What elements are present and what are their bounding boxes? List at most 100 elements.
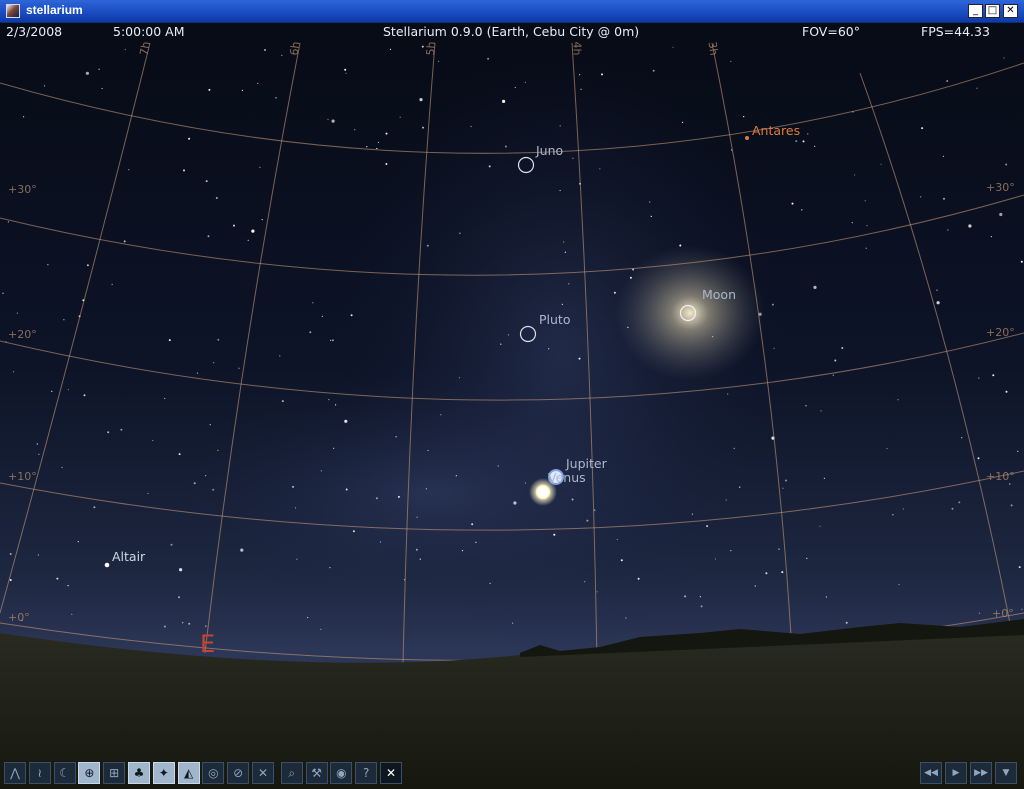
cardinal-points-icon[interactable]: ✦	[152, 762, 175, 784]
grid-label-dec-20-left: +20°	[8, 328, 37, 341]
star	[128, 169, 130, 171]
search-icon[interactable]: ⌕	[280, 762, 303, 784]
star	[487, 57, 490, 60]
star	[841, 347, 844, 349]
play-icon[interactable]: ▶	[945, 762, 967, 784]
star	[345, 488, 348, 491]
center-object-icon[interactable]: ✕	[252, 762, 274, 784]
star	[196, 372, 199, 374]
venus-label[interactable]: Venus	[548, 470, 586, 485]
bottom-toolbar: ⋀ ≀ ☾ ⊕ ⊞ ♣ ✦ ◭ ◎ ⊘ ✕ ⌕ ⚒ ◉? ✕ ◀◀ ▶ ▶▶ ▼	[0, 760, 1024, 789]
star	[601, 73, 603, 76]
antares-label[interactable]: Antares	[752, 123, 800, 138]
azimuth-grid-icon[interactable]: ⊞	[103, 762, 126, 784]
window-titlebar[interactable]: stellarium _ □ ✕	[0, 0, 1024, 23]
star	[397, 495, 400, 498]
star	[147, 492, 149, 495]
star	[296, 558, 298, 560]
constellation-names-icon[interactable]: ≀	[28, 762, 51, 784]
constellation-lines-icon[interactable]: ⋀	[4, 762, 26, 784]
star	[193, 482, 196, 485]
star	[785, 479, 787, 482]
star	[77, 541, 79, 543]
stellarium-app-icon[interactable]	[6, 4, 20, 18]
star	[613, 291, 616, 294]
star	[976, 87, 978, 89]
ground-icon[interactable]: ♣	[128, 762, 150, 784]
star	[217, 338, 220, 341]
star	[459, 232, 461, 234]
juno-label[interactable]: Juno	[536, 143, 563, 158]
rewind-icon[interactable]: ◀◀	[920, 762, 942, 784]
equatorial-grid-icon[interactable]: ⊕	[78, 762, 101, 784]
altair-label[interactable]: Altair	[112, 549, 145, 564]
jupiter-label[interactable]: Jupiter	[566, 456, 607, 471]
star	[188, 137, 191, 140]
quit-icon[interactable]: ✕	[380, 762, 402, 784]
star	[63, 319, 65, 321]
sky-view[interactable]: +30° +30° +20° +20° +10° +10° +0° +0° 7h…	[0, 23, 1024, 789]
real-time-icon[interactable]: ▼	[995, 762, 1017, 784]
star	[961, 437, 963, 439]
pluto-label[interactable]: Pluto	[539, 312, 570, 327]
equatorial-mount-icon[interactable]: ⊘	[227, 762, 250, 784]
star	[85, 71, 89, 75]
star	[773, 347, 775, 349]
star	[233, 224, 235, 227]
close-button[interactable]: ✕	[1003, 4, 1018, 18]
star	[942, 155, 945, 157]
star	[212, 488, 215, 491]
nebula-icon[interactable]: ◎	[202, 762, 225, 784]
star	[178, 596, 180, 599]
constellation-art-icon[interactable]: ☾	[53, 762, 76, 784]
grid-label-ra-3h: 3h	[705, 40, 721, 57]
star	[892, 514, 894, 516]
star	[93, 506, 96, 509]
star	[806, 557, 808, 560]
maximize-button[interactable]: □	[985, 4, 1000, 18]
star	[563, 241, 565, 243]
star	[354, 129, 356, 131]
star	[864, 200, 866, 202]
star	[257, 82, 259, 84]
star	[259, 166, 261, 168]
location-readout: Stellarium 0.9.0 (Earth, Cebu City @ 0m)	[383, 24, 640, 39]
star	[275, 97, 277, 99]
star	[1003, 57, 1005, 59]
sky-canvas[interactable]	[0, 23, 1024, 789]
star	[328, 399, 330, 401]
star	[497, 465, 499, 467]
star	[691, 513, 694, 515]
star	[56, 577, 59, 580]
star	[625, 617, 627, 619]
star	[240, 548, 244, 552]
star	[999, 212, 1003, 217]
star	[733, 447, 735, 449]
star	[251, 229, 255, 233]
fast-forward-icon[interactable]: ▶▶	[970, 762, 992, 784]
star	[513, 501, 517, 505]
star	[781, 571, 784, 574]
star	[335, 404, 337, 406]
night-mode-icon[interactable]: ◉	[330, 762, 353, 784]
star	[7, 221, 9, 223]
star	[83, 394, 86, 397]
star	[261, 219, 263, 221]
star	[489, 582, 491, 585]
star	[455, 475, 457, 477]
star	[375, 497, 378, 500]
star	[968, 224, 972, 228]
star	[754, 585, 756, 587]
star	[71, 613, 73, 615]
help-icon[interactable]: ?	[355, 762, 378, 784]
star	[213, 362, 215, 364]
minimize-button[interactable]: _	[968, 4, 983, 18]
star	[399, 116, 401, 118]
atmosphere-icon[interactable]: ◭	[177, 762, 200, 784]
star	[86, 264, 89, 267]
moon-label[interactable]: Moon	[702, 287, 736, 302]
config-icon[interactable]: ⚒	[305, 762, 328, 784]
grid-label-ra-6h: 6h	[287, 40, 303, 57]
star	[67, 585, 69, 587]
star	[205, 625, 207, 627]
